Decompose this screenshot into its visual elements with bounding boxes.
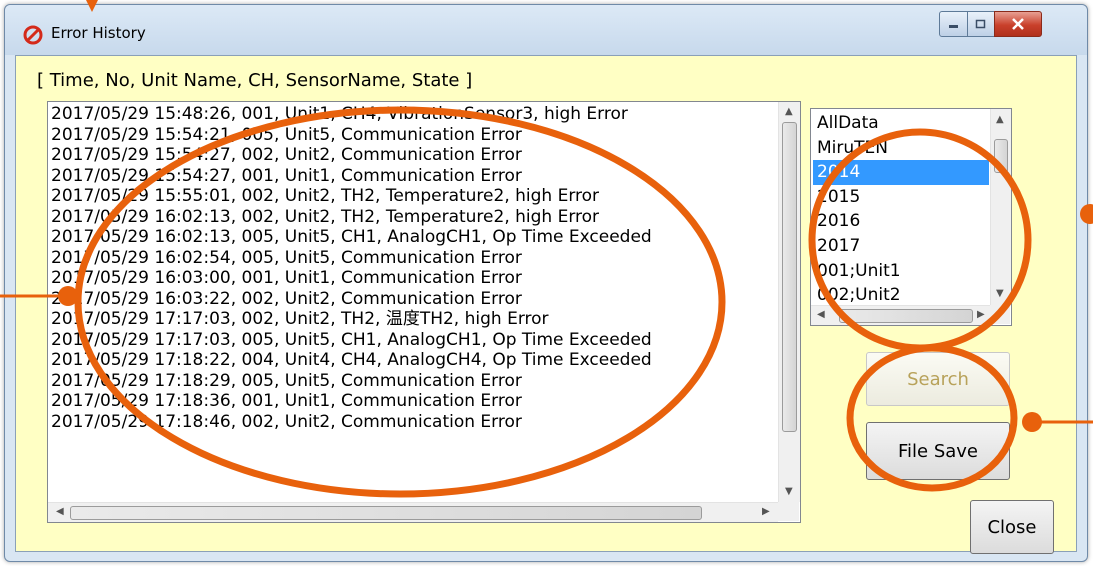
- error-history-window: Error History [ Time, No, Unit Name, CH,…: [4, 4, 1088, 562]
- column-header-label: [ Time, No, Unit Name, CH, SensorName, S…: [37, 70, 473, 91]
- log-entry[interactable]: 2017/05/29 17:18:36, 001, Unit1, Communi…: [50, 391, 776, 412]
- close-button[interactable]: Close: [970, 500, 1054, 554]
- filter-item[interactable]: AllData: [813, 111, 989, 136]
- filter-vertical-scrollbar[interactable]: ▲ ▼: [990, 109, 1011, 305]
- filter-item[interactable]: MiruTEN: [813, 136, 989, 161]
- scroll-left-icon[interactable]: ◀: [817, 310, 825, 320]
- search-button[interactable]: Search: [866, 352, 1010, 406]
- log-vertical-scroll-thumb[interactable]: [782, 122, 797, 432]
- scroll-corner: [990, 305, 1010, 324]
- scroll-left-icon[interactable]: ◀: [56, 507, 64, 517]
- log-entry[interactable]: 2017/05/29 17:18:46, 002, Unit2, Communi…: [50, 412, 776, 433]
- log-entry[interactable]: 2017/05/29 15:48:26, 001, Unit1, CH4, Vi…: [50, 104, 776, 125]
- scroll-down-icon[interactable]: ▼: [785, 487, 793, 497]
- filter-item[interactable]: 2017: [813, 234, 989, 259]
- log-entry[interactable]: 2017/05/29 17:17:03, 005, Unit5, CH1, An…: [50, 330, 776, 351]
- scroll-down-icon[interactable]: ▼: [996, 289, 1004, 299]
- scroll-right-icon[interactable]: ▶: [977, 310, 985, 320]
- log-entry[interactable]: 2017/05/29 17:17:03, 002, Unit2, TH2, 温度…: [50, 309, 776, 330]
- filter-items: AllData MiruTEN 2014 2015 2016 2017 001;Unit1 0…: [813, 111, 989, 303]
- log-entry[interactable]: 2017/05/29 16:02:13, 002, Unit2, TH2, Te…: [50, 207, 776, 228]
- log-vertical-scrollbar[interactable]: ▲ ▼: [778, 102, 800, 502]
- error-log-list[interactable]: 2017/05/29 15:48:26, 001, Unit1, CH4, Vi…: [47, 101, 801, 523]
- filter-horizontal-scroll-thumb[interactable]: [839, 309, 973, 323]
- minimize-icon: [948, 25, 958, 28]
- scroll-right-icon[interactable]: ▶: [762, 507, 770, 517]
- filter-item[interactable]: 002;Unit2: [813, 283, 989, 303]
- close-icon: [1012, 18, 1024, 30]
- log-entry[interactable]: 2017/05/29 15:54:27, 002, Unit2, Communi…: [50, 145, 776, 166]
- log-entry[interactable]: 2017/05/29 15:54:21, 005, Unit5, Communi…: [50, 125, 776, 146]
- log-entry[interactable]: 2017/05/29 16:03:00, 001, Unit1, Communi…: [50, 268, 776, 289]
- log-horizontal-scroll-thumb[interactable]: [70, 506, 702, 520]
- title-bar[interactable]: Error History: [5, 5, 1087, 55]
- filter-item[interactable]: 2016: [813, 209, 989, 234]
- log-entry[interactable]: 2017/05/29 16:03:22, 002, Unit2, Communi…: [50, 289, 776, 310]
- log-horizontal-scrollbar[interactable]: ◀ ▶: [48, 502, 778, 522]
- scroll-up-icon[interactable]: ▲: [996, 115, 1004, 125]
- filter-item[interactable]: 2014: [813, 160, 989, 185]
- close-window-button[interactable]: [994, 11, 1042, 37]
- minimize-button[interactable]: [939, 11, 968, 37]
- file-save-button[interactable]: File Save: [866, 422, 1010, 480]
- error-log-entries: 2017/05/29 15:48:26, 001, Unit1, CH4, Vi…: [50, 104, 776, 500]
- scroll-up-icon[interactable]: ▲: [785, 107, 793, 117]
- log-entry[interactable]: 2017/05/29 16:02:13, 005, Unit5, CH1, An…: [50, 227, 776, 248]
- log-entry[interactable]: 2017/05/29 17:18:29, 005, Unit5, Communi…: [50, 371, 776, 392]
- log-entry[interactable]: 2017/05/29 17:18:22, 004, Unit4, CH4, An…: [50, 350, 776, 371]
- scroll-corner: [778, 502, 799, 521]
- maximize-button[interactable]: [967, 11, 995, 37]
- log-entry[interactable]: 2017/05/29 15:54:27, 001, Unit1, Communi…: [50, 166, 776, 187]
- dialog-body: [ Time, No, Unit Name, CH, SensorName, S…: [15, 55, 1077, 554]
- app-icon: [23, 25, 43, 45]
- maximize-icon: [975, 19, 986, 29]
- log-entry[interactable]: 2017/05/29 15:55:01, 002, Unit2, TH2, Te…: [50, 186, 776, 207]
- filter-item[interactable]: 001;Unit1: [813, 259, 989, 284]
- filter-vertical-scroll-thumb[interactable]: [994, 139, 1008, 173]
- log-entry[interactable]: 2017/05/29 16:02:54, 005, Unit5, Communi…: [50, 248, 776, 269]
- window-title: Error History: [51, 24, 146, 42]
- filter-list[interactable]: AllData MiruTEN 2014 2015 2016 2017 001;Unit1 0…: [810, 108, 1012, 326]
- filter-horizontal-scrollbar[interactable]: ◀ ▶: [811, 305, 990, 325]
- filter-item[interactable]: 2015: [813, 185, 989, 210]
